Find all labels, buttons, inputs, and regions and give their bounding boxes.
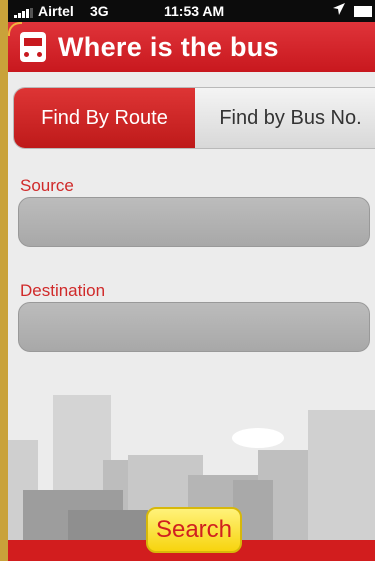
app-frame: Airtel 3G 11:53 AM Where is the bus Find… [0,0,375,561]
tab-find-by-bus-no[interactable]: Find by Bus No. [195,88,375,148]
clock: 11:53 AM [164,3,225,19]
bus-icon [20,32,46,62]
destination-input[interactable] [18,302,370,352]
location-arrow-icon [332,2,346,19]
source-label: Source [20,176,74,195]
status-bar: Airtel 3G 11:53 AM [8,0,375,22]
search-mode-tabs: Find By Route Find by Bus No. [13,87,375,149]
app-header: Where is the bus [8,22,375,72]
signal-icon [14,5,36,21]
network-type: 3G [90,3,109,19]
destination-label: Destination [20,281,106,300]
source-input[interactable] [18,197,370,247]
search-button[interactable]: Search [146,507,242,553]
app-title: Where is the bus [58,32,279,62]
carrier-name: Airtel [38,3,74,19]
battery-icon [354,6,372,17]
phone-screen: Airtel 3G 11:53 AM Where is the bus Find… [8,0,375,561]
tab-find-by-route[interactable]: Find By Route [14,88,195,148]
